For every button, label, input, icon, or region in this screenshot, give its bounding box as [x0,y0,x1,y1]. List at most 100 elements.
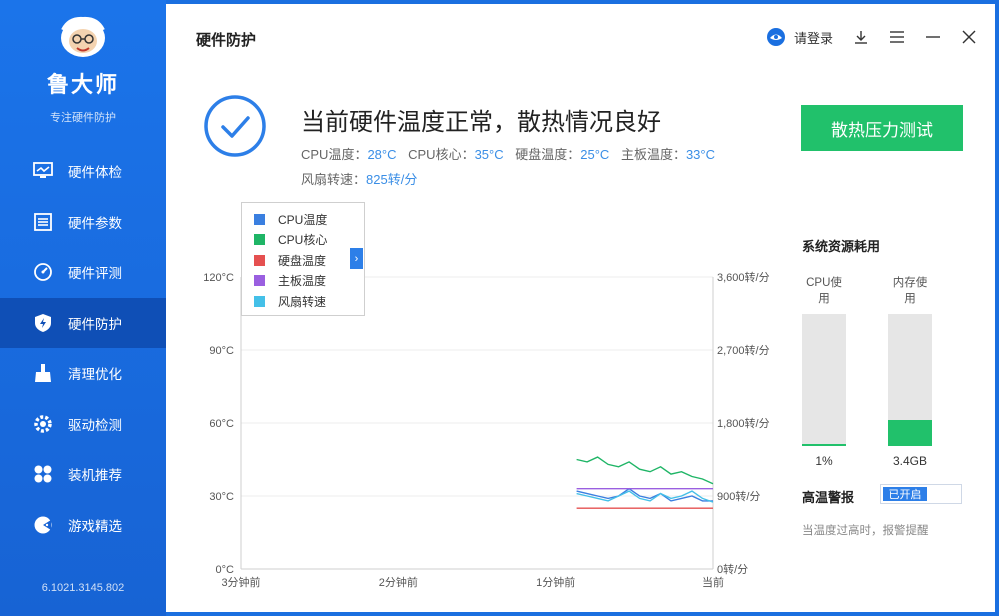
sidebar-item-games[interactable]: 游戏精选 [0,500,166,551]
legend-item-cpu-core[interactable]: CPU核心 [254,230,364,251]
sidebar-item-hardware-params[interactable]: 硬件参数 [0,197,166,248]
main-panel: 硬件防护 请登录 当前硬件温度正常，散热情况良好 CPU温度：28°C CPU核… [166,4,995,612]
disk-temp-value: 25°C [580,147,610,162]
y-left-tick-label: 60°C [209,418,234,430]
login-link[interactable]: 请登录 [766,27,833,47]
y-right-tick-label: 1,800转/分 [717,416,770,430]
resource-usage-title: 系统资源耗用 [802,239,881,254]
cpu-core-label: CPU核心： [408,147,475,162]
sidebar: 鲁大师 专注硬件防护 硬件体检 硬件参数 硬件评测 硬件防护 清理优化 驱动检测… [0,0,166,616]
menu-icon[interactable] [889,29,905,45]
high-temp-alarm-toggle[interactable]: 已开启 [880,484,962,504]
logo: 鲁大师 专注硬件防护 [0,14,166,125]
cpu-core-value: 35°C [474,147,504,162]
sidebar-item-cleanup[interactable]: 清理优化 [0,348,166,399]
fan-speed-label: 风扇转速： [301,172,367,187]
cpu-usage-bar [802,314,846,446]
sidebar-item-label: 装机推荐 [68,468,122,484]
legend-swatch [254,254,265,266]
monitor-icon [32,160,54,182]
legend-collapse-button[interactable]: › [350,248,363,269]
brand-name: 鲁大师 [46,72,119,97]
page-title: 硬件防护 [196,32,257,49]
y-right-tick-label: 2,700转/分 [717,343,770,357]
legend-item-disk-temp[interactable]: 硬盘温度 [254,250,364,271]
sidebar-item-label: 驱动检测 [68,417,122,433]
x-tick-label: 1分钟前 [536,575,575,589]
x-tick-label: 3分钟前 [221,575,260,589]
logo-mascot-icon [61,16,105,57]
brand-tagline: 专注硬件防护 [50,112,116,124]
window-controls: 请登录 [766,27,977,47]
legend-label: CPU温度 [278,212,328,227]
high-temp-alarm-title: 高温警报 [802,490,855,505]
cpu-temp-label: CPU温度： [301,147,368,162]
legend-swatch [254,295,265,307]
legend-label: 风扇转速 [278,294,327,309]
sidebar-item-hardware-check[interactable]: 硬件体检 [0,146,166,197]
close-icon[interactable] [961,29,977,45]
y-left-tick-label: 120°C [203,272,234,284]
sidebar-item-hardware-protection[interactable]: 硬件防护 [0,297,166,348]
memory-usage-bar [888,314,932,446]
y-right-tick-label: 3,600转/分 [717,270,770,284]
board-temp-value: 33°C [685,147,715,162]
legend-label: 主板温度 [278,274,327,289]
disk-temp-label: 硬盘温度： [515,147,581,162]
cpu-usage-value: 1% [815,454,833,468]
sidebar-item-label: 硬件防护 [68,316,122,332]
legend-label: 硬盘温度 [278,253,327,268]
memory-usage-meter: 内存使用 3.4GB [888,274,932,468]
series-line-CPU核心 [576,456,714,485]
game-icon [32,514,54,536]
sidebar-item-driver-check[interactable]: 驱动检测 [0,399,166,450]
sidebar-item-label: 清理优化 [68,367,122,383]
y-left-tick-label: 0°C [216,564,235,576]
cpu-temp-value: 28°C [367,147,397,162]
user-avatar-icon [766,28,785,46]
grid-icon [32,463,54,485]
y-right-tick-label: 900转/分 [717,489,760,503]
fan-speed-value: 825转/分 [366,172,418,187]
legend-swatch [254,275,265,287]
memory-usage-fill [888,419,932,446]
legend-swatch [254,213,265,225]
legend-label: CPU核心 [278,233,328,248]
stress-test-button[interactable]: 散热压力测试 [801,105,963,151]
cpu-usage-label: CPU使用 [806,277,842,305]
legend-swatch [254,234,265,246]
legend-item-fan-speed[interactable]: 风扇转速 [254,291,364,312]
y-left-tick-label: 90°C [209,345,234,357]
legend-item-cpu-temp[interactable]: CPU温度 [254,209,364,230]
temperature-readouts: CPU温度：28°C CPU核心：35°C 硬盘温度：25°C 主板温度：33°… [301,144,723,194]
sidebar-item-label: 游戏精选 [68,518,122,534]
y-left-tick-label: 30°C [209,491,234,503]
sidebar-item-label: 硬件评测 [68,266,122,282]
memory-usage-label: 内存使用 [892,277,928,305]
legend-item-board-temp[interactable]: 主板温度 [254,271,364,292]
sidebar-item-label: 硬件参数 [68,215,122,231]
broom-icon [32,362,54,384]
sidebar-nav: 硬件体检 硬件参数 硬件评测 硬件防护 清理优化 驱动检测 装机推荐 游戏精选 [0,146,166,550]
sidebar-item-label: 硬件体检 [68,165,122,181]
cpu-usage-fill [802,444,846,446]
cpu-usage-meter: CPU使用 1% [802,274,846,468]
version-label: 6.1021.3145.802 [41,582,125,594]
toggle-state-label: 已开启 [883,487,927,501]
sidebar-item-build-recommend[interactable]: 装机推荐 [0,449,166,500]
x-tick-label: 当前 [702,575,724,589]
status-title: 当前硬件温度正常，散热情况良好 [301,109,661,136]
high-temp-alarm-description: 当温度过高时，报警提醒 [802,525,929,537]
memory-usage-value: 3.4GB [892,454,928,468]
x-tick-label: 2分钟前 [379,575,418,589]
minimize-icon[interactable] [925,29,941,45]
check-circle-icon [204,95,266,157]
shield-icon [32,312,54,334]
gauge-icon [32,261,54,283]
chart-legend: CPU温度 CPU核心 硬盘温度 主板温度 风扇转速 [241,202,365,316]
sidebar-item-hardware-benchmark[interactable]: 硬件评测 [0,247,166,298]
download-icon[interactable] [853,29,869,45]
board-temp-label: 主板温度： [620,147,686,162]
login-label: 请登录 [793,30,833,46]
gear-icon [32,413,54,435]
